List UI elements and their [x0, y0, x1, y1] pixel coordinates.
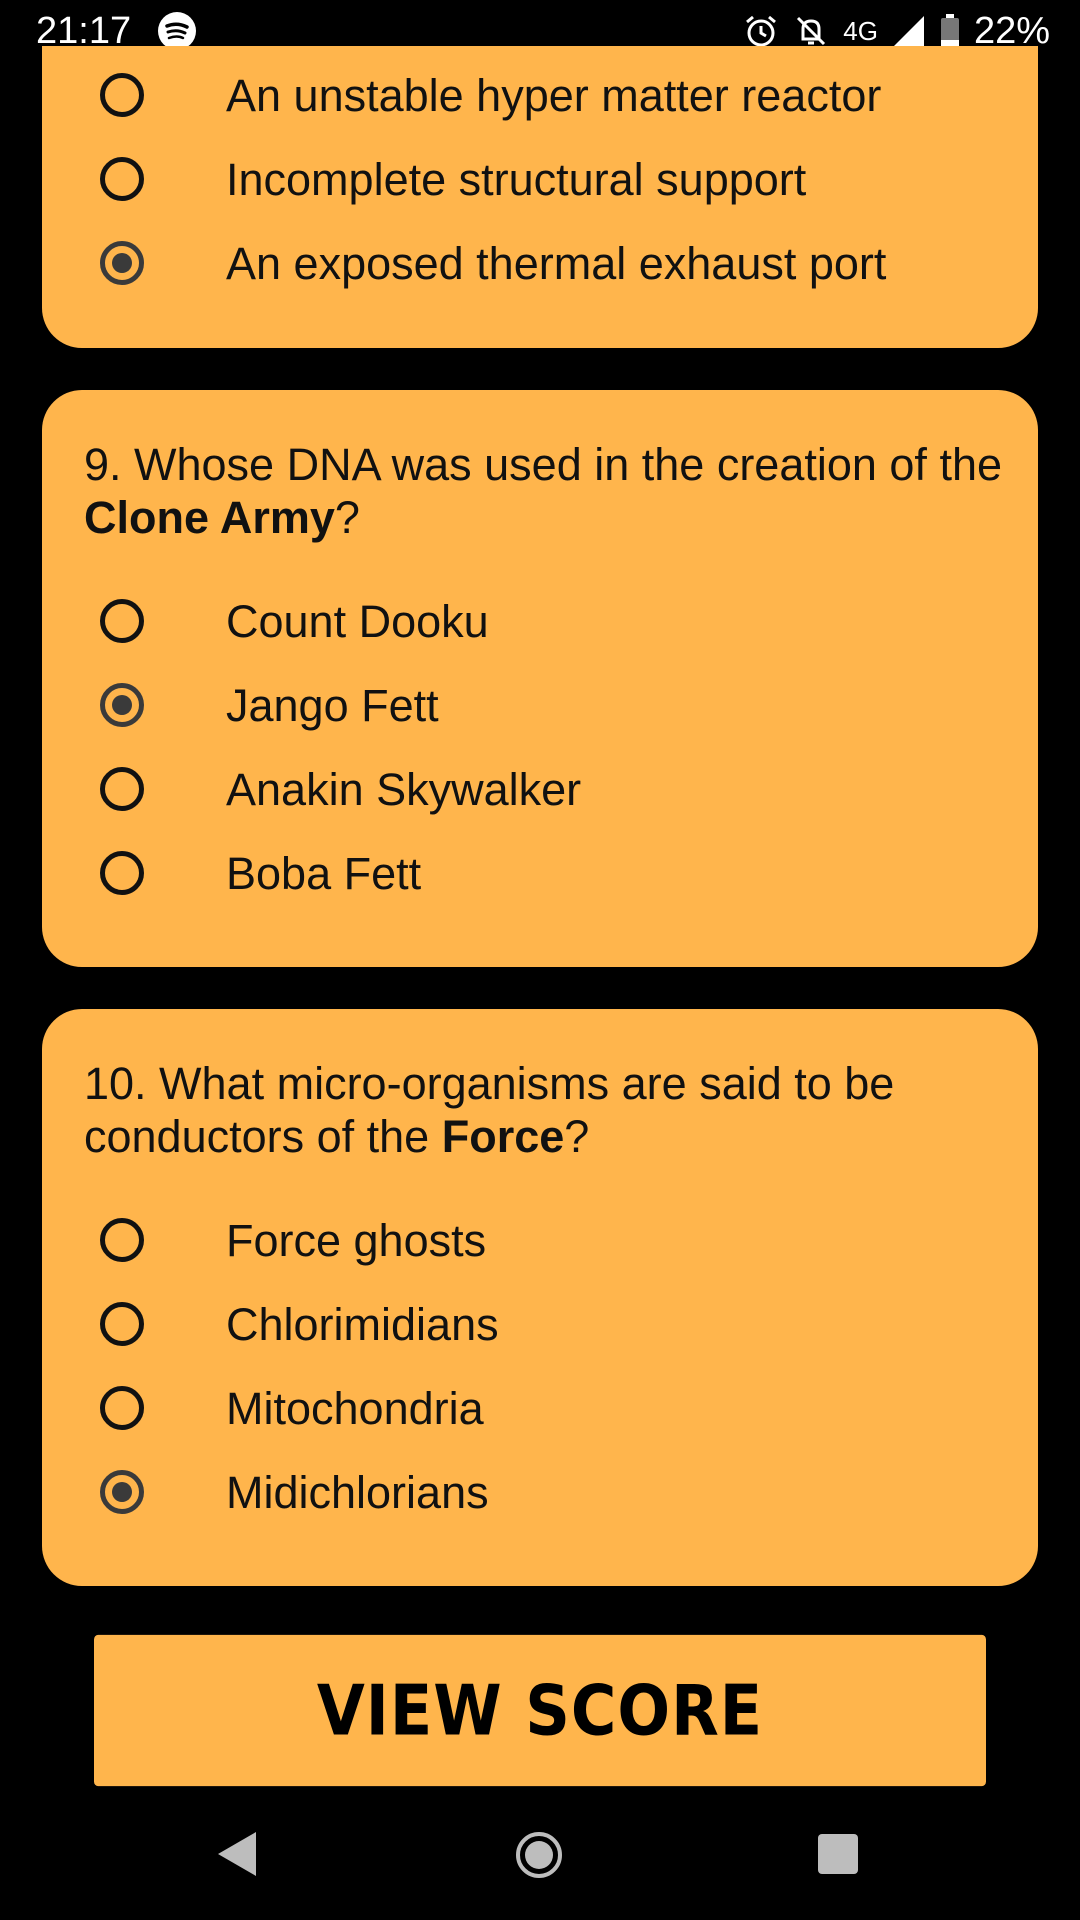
- option-label: Chlorimidians: [226, 1298, 499, 1350]
- option-radio[interactable]: Incomplete structural support: [100, 144, 1000, 214]
- radio-unchecked-icon[interactable]: [100, 851, 144, 895]
- option-label: Jango Fett: [226, 679, 439, 731]
- option-radio[interactable]: Chlorimidians: [100, 1289, 1000, 1359]
- battery-icon: [940, 14, 959, 48]
- option-label: Mitochondria: [226, 1382, 484, 1434]
- question-suffix: ?: [334, 492, 360, 543]
- option-label: Boba Fett: [226, 847, 422, 899]
- question-card-10: 10. What micro-organisms are said to be …: [42, 1009, 1038, 1586]
- alarm-icon: [746, 15, 777, 47]
- option-label: Incomplete structural support: [226, 153, 807, 205]
- option-radio[interactable]: An unstable hyper matter reactor: [100, 60, 1000, 130]
- spotify-icon: [158, 12, 196, 50]
- radio-checked-icon[interactable]: [100, 683, 144, 727]
- network-type: 4G: [843, 16, 878, 46]
- back-icon[interactable]: [218, 1832, 256, 1876]
- question-card-9: 9. Whose DNA was used in the creation of…: [42, 390, 1038, 967]
- recent-apps-icon[interactable]: [818, 1834, 858, 1874]
- signal-icon: [893, 16, 924, 46]
- option-radio[interactable]: Force ghosts: [100, 1205, 1000, 1275]
- radio-checked-icon[interactable]: [100, 1470, 144, 1514]
- option-label: Count Dooku: [226, 595, 489, 647]
- option-label: An unstable hyper matter reactor: [226, 69, 882, 121]
- question-text: 10. What micro-organisms are said to be …: [84, 1057, 1004, 1163]
- option-radio[interactable]: Boba Fett: [100, 838, 1000, 908]
- option-radio[interactable]: Count Dooku: [100, 586, 1000, 656]
- option-radio[interactable]: Midichlorians: [100, 1457, 1000, 1527]
- option-label: Anakin Skywalker: [226, 763, 582, 815]
- radio-unchecked-icon[interactable]: [100, 157, 144, 201]
- option-radio[interactable]: Anakin Skywalker: [100, 754, 1000, 824]
- question-suffix: ?: [564, 1111, 590, 1162]
- radio-checked-icon[interactable]: [100, 241, 144, 285]
- option-label: An exposed thermal exhaust port: [226, 237, 887, 289]
- notifications-off-icon: [797, 16, 826, 46]
- question-text: 9. Whose DNA was used in the creation of…: [84, 438, 1004, 544]
- question-prefix: 9. Whose DNA was used in the creation of…: [84, 439, 1002, 490]
- option-label: Force ghosts: [226, 1214, 487, 1266]
- option-radio[interactable]: Mitochondria: [100, 1373, 1000, 1443]
- question-bold: Clone Army: [84, 492, 335, 543]
- option-radio[interactable]: Jango Fett: [100, 670, 1000, 740]
- option-radio[interactable]: An exposed thermal exhaust port: [100, 228, 1000, 298]
- option-label: Midichlorians: [226, 1466, 489, 1518]
- radio-unchecked-icon[interactable]: [100, 73, 144, 117]
- question-card-8: An unstable hyper matter reactor Incompl…: [42, 46, 1038, 348]
- radio-unchecked-icon[interactable]: [100, 1386, 144, 1430]
- radio-unchecked-icon[interactable]: [100, 1302, 144, 1346]
- radio-unchecked-icon[interactable]: [100, 599, 144, 643]
- radio-unchecked-icon[interactable]: [100, 767, 144, 811]
- home-icon[interactable]: [516, 1832, 562, 1878]
- radio-unchecked-icon[interactable]: [100, 1218, 144, 1262]
- view-score-button[interactable]: VIEW SCORE: [94, 1634, 986, 1787]
- question-bold: Force: [441, 1111, 565, 1162]
